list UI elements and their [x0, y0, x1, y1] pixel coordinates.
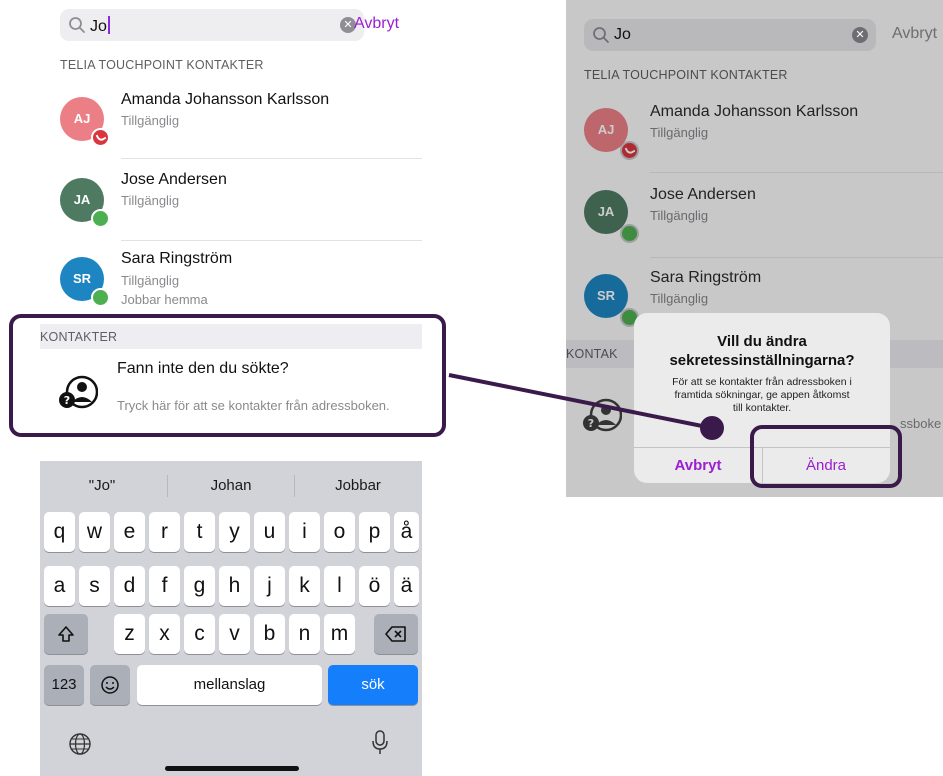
- connector-line: [448, 373, 724, 440]
- highlight-change-button: [750, 425, 902, 488]
